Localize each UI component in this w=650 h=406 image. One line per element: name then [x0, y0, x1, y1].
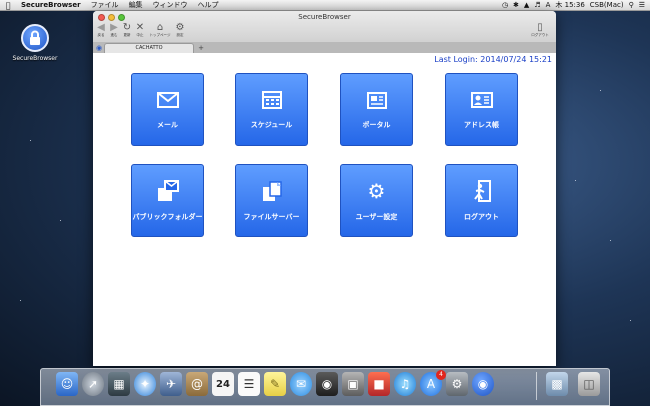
last-login-text: Last Login: 2014/07/24 15:21	[434, 55, 552, 64]
back-button[interactable]: ◀ 戻る	[95, 22, 107, 38]
notification-center-icon[interactable]: ☰	[639, 1, 645, 9]
tab-bar: ◉ CACHATTO +	[93, 42, 556, 53]
reminders-icon[interactable]: ☰	[238, 372, 260, 396]
tile-user-settings[interactable]: ⚙ ユーザー設定	[340, 164, 413, 237]
tile-portal-label: ポータル	[362, 121, 391, 129]
spotlight-icon[interactable]: ⚲	[629, 1, 634, 9]
menu-window[interactable]: ウィンドウ	[148, 0, 193, 10]
menu-file[interactable]: ファイル	[86, 0, 124, 10]
stop-button[interactable]: ✕ 中止	[134, 22, 146, 38]
notes-icon[interactable]: ✎	[264, 372, 286, 396]
tile-user-settings-label: ユーザー設定	[355, 213, 398, 221]
toolbar-logout-button[interactable]: ▯ ログアウト	[528, 22, 552, 38]
time-machine-icon[interactable]: ◷	[502, 1, 508, 9]
wifi-icon[interactable]: ▲	[524, 1, 529, 9]
reload-button[interactable]: ↻ 更新	[121, 22, 133, 38]
tile-portal[interactable]: ポータル	[340, 73, 413, 146]
top-page-button[interactable]: ⌂ トップページ	[147, 22, 173, 38]
dock-separator	[536, 372, 537, 400]
calendar-app-icon[interactable]: 24	[212, 372, 234, 396]
bluetooth-icon[interactable]: ✱	[513, 1, 519, 9]
back-label: 戻る	[97, 33, 105, 37]
secure-lock-icon: ◉	[96, 44, 103, 52]
gear-icon: ⚙	[367, 179, 386, 203]
top-page-label: トップページ	[149, 33, 171, 37]
tile-mail-label: メール	[157, 121, 178, 129]
menu-edit[interactable]: 編集	[124, 0, 148, 10]
safari-icon[interactable]: ✦	[134, 372, 156, 396]
public-folder-icon	[157, 180, 179, 201]
input-source-indicator[interactable]: A	[546, 1, 551, 9]
tile-logout[interactable]: ログアウト	[445, 164, 518, 237]
window-title: SecureBrowser	[298, 13, 351, 21]
desktop-securebrowser-icon[interactable]: SecureBrowser	[12, 24, 58, 63]
messages-icon[interactable]: ✉	[290, 372, 312, 396]
door-icon: ▯	[537, 22, 543, 33]
desktop-icon-label: SecureBrowser	[12, 55, 58, 62]
facetime-icon[interactable]: ◉	[316, 372, 338, 396]
mail-app-icon[interactable]: ✈	[160, 372, 182, 396]
securebrowser-dock-icon[interactable]: ◉	[472, 372, 494, 396]
launchpad-icon[interactable]: ➚	[82, 372, 104, 396]
menubar-user[interactable]: CSB(Mac)	[590, 1, 624, 9]
system-preferences-icon[interactable]: ⚙	[446, 372, 468, 396]
reload-icon: ↻	[122, 22, 132, 33]
menu-app-name[interactable]: SecureBrowser	[16, 1, 86, 9]
mission-control-icon[interactable]: ▦	[108, 372, 130, 396]
settings-gear-icon: ⚙	[175, 22, 185, 33]
tab-cachatto[interactable]: CACHATTO	[104, 43, 194, 53]
contacts-icon[interactable]: @	[186, 372, 208, 396]
finder-icon[interactable]: ☺	[56, 372, 78, 396]
calendar-icon	[261, 91, 282, 109]
portal-icon	[366, 91, 387, 109]
menubar-clock[interactable]: 木 15:36	[555, 0, 584, 10]
tile-schedule-label: スケジュール	[250, 121, 293, 129]
apple-menu-icon[interactable]: 	[0, 1, 16, 10]
tile-address-book-label: アドレス帳	[464, 121, 499, 129]
tile-mail[interactable]: メール	[131, 73, 204, 146]
menu-bar:  SecureBrowser ファイル 編集 ウィンドウ ヘルプ ◷ ✱ ▲ …	[0, 0, 650, 11]
window-titlebar: SecureBrowser ◀ 戻る ▶ 進む ↻ 更新 ✕ 中止 ⌂ トップペ…	[93, 11, 556, 53]
tile-file-server[interactable]: ファイルサーバー	[235, 164, 308, 237]
photo-booth-icon[interactable]: ▣	[342, 372, 364, 396]
settings-button[interactable]: ⚙ 設定	[174, 22, 186, 38]
menu-help[interactable]: ヘルプ	[193, 0, 224, 10]
tile-schedule[interactable]: スケジュール	[235, 73, 308, 146]
home-icon: ⌂	[156, 22, 164, 33]
forward-button[interactable]: ▶ 進む	[108, 22, 120, 38]
stop-label: 中止	[136, 33, 144, 37]
back-arrow-icon: ◀	[97, 22, 105, 33]
itunes-icon[interactable]: ♫	[394, 372, 416, 396]
app-store-badge: 4	[436, 370, 446, 380]
volume-icon[interactable]: ♬	[534, 1, 540, 9]
file-server-icon	[262, 181, 282, 201]
address-book-icon	[470, 92, 493, 108]
mail-icon	[156, 92, 179, 108]
settings-label: 設定	[176, 33, 184, 37]
toolbar-logout-label: ログアウト	[531, 33, 549, 37]
tile-address-book[interactable]: アドレス帳	[445, 73, 518, 146]
logout-icon	[473, 180, 491, 202]
new-tab-button[interactable]: +	[196, 44, 206, 53]
toolbar: ◀ 戻る ▶ 進む ↻ 更新 ✕ 中止 ⌂ トップページ ⚙ 設定	[95, 22, 187, 38]
lock-icon	[21, 24, 49, 52]
stop-x-icon: ✕	[135, 22, 145, 33]
reload-label: 更新	[123, 33, 131, 37]
tile-file-server-label: ファイルサーバー	[243, 213, 300, 221]
securebrowser-window: SecureBrowser ◀ 戻る ▶ 進む ↻ 更新 ✕ 中止 ⌂ トップペ…	[93, 11, 556, 366]
downloads-stack-icon[interactable]: ▩	[546, 372, 568, 396]
photos-icon[interactable]: ■	[368, 372, 390, 396]
forward-arrow-icon: ▶	[110, 22, 118, 33]
tile-logout-label: ログアウト	[464, 213, 499, 221]
tile-public-folder-label: パブリックフォルダー	[132, 213, 203, 221]
forward-label: 進む	[110, 33, 118, 37]
tile-public-folder[interactable]: パブリックフォルダー	[131, 164, 204, 237]
trash-icon[interactable]: ◫	[578, 372, 600, 396]
